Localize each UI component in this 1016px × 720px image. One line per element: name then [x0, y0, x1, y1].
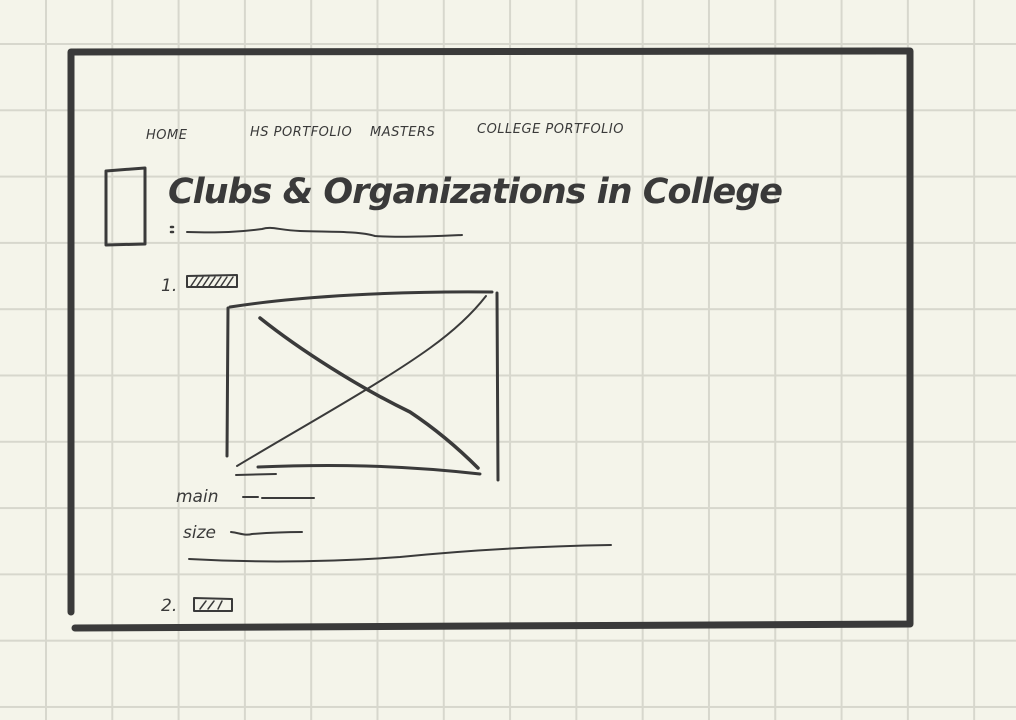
image-placeholder — [225, 290, 500, 482]
entry-number: 1. — [161, 276, 177, 296]
nav-item-college-portfolio[interactable]: COLLEGE PORTFOLIO — [477, 122, 624, 137]
nav-bar: HOME HS PORTFOLIO MASTERS COLLEGE PORTFO… — [146, 122, 624, 143]
nav-item-masters[interactable]: MASTERS — [370, 125, 435, 140]
field-value-size — [230, 531, 303, 536]
wireframe-sketch: HOME HS PORTFOLIO MASTERS COLLEGE PORTFO… — [67, 47, 914, 632]
entry-number: 2. — [161, 596, 177, 616]
subtitle-scribble — [169, 225, 463, 238]
field-label-size: size — [183, 523, 216, 543]
entry-heading-placeholder — [193, 597, 233, 612]
nav-item-hs-portfolio[interactable]: HS PORTFOLIO — [250, 125, 352, 140]
logo-placeholder — [104, 166, 147, 247]
entry-divider — [188, 544, 612, 563]
field-value-main — [242, 496, 315, 499]
field-label-main: main — [176, 487, 218, 507]
nav-item-home[interactable]: HOME — [146, 128, 188, 143]
page-title: Clubs & Organizations in College — [168, 172, 782, 212]
entry-heading-placeholder — [186, 274, 238, 288]
